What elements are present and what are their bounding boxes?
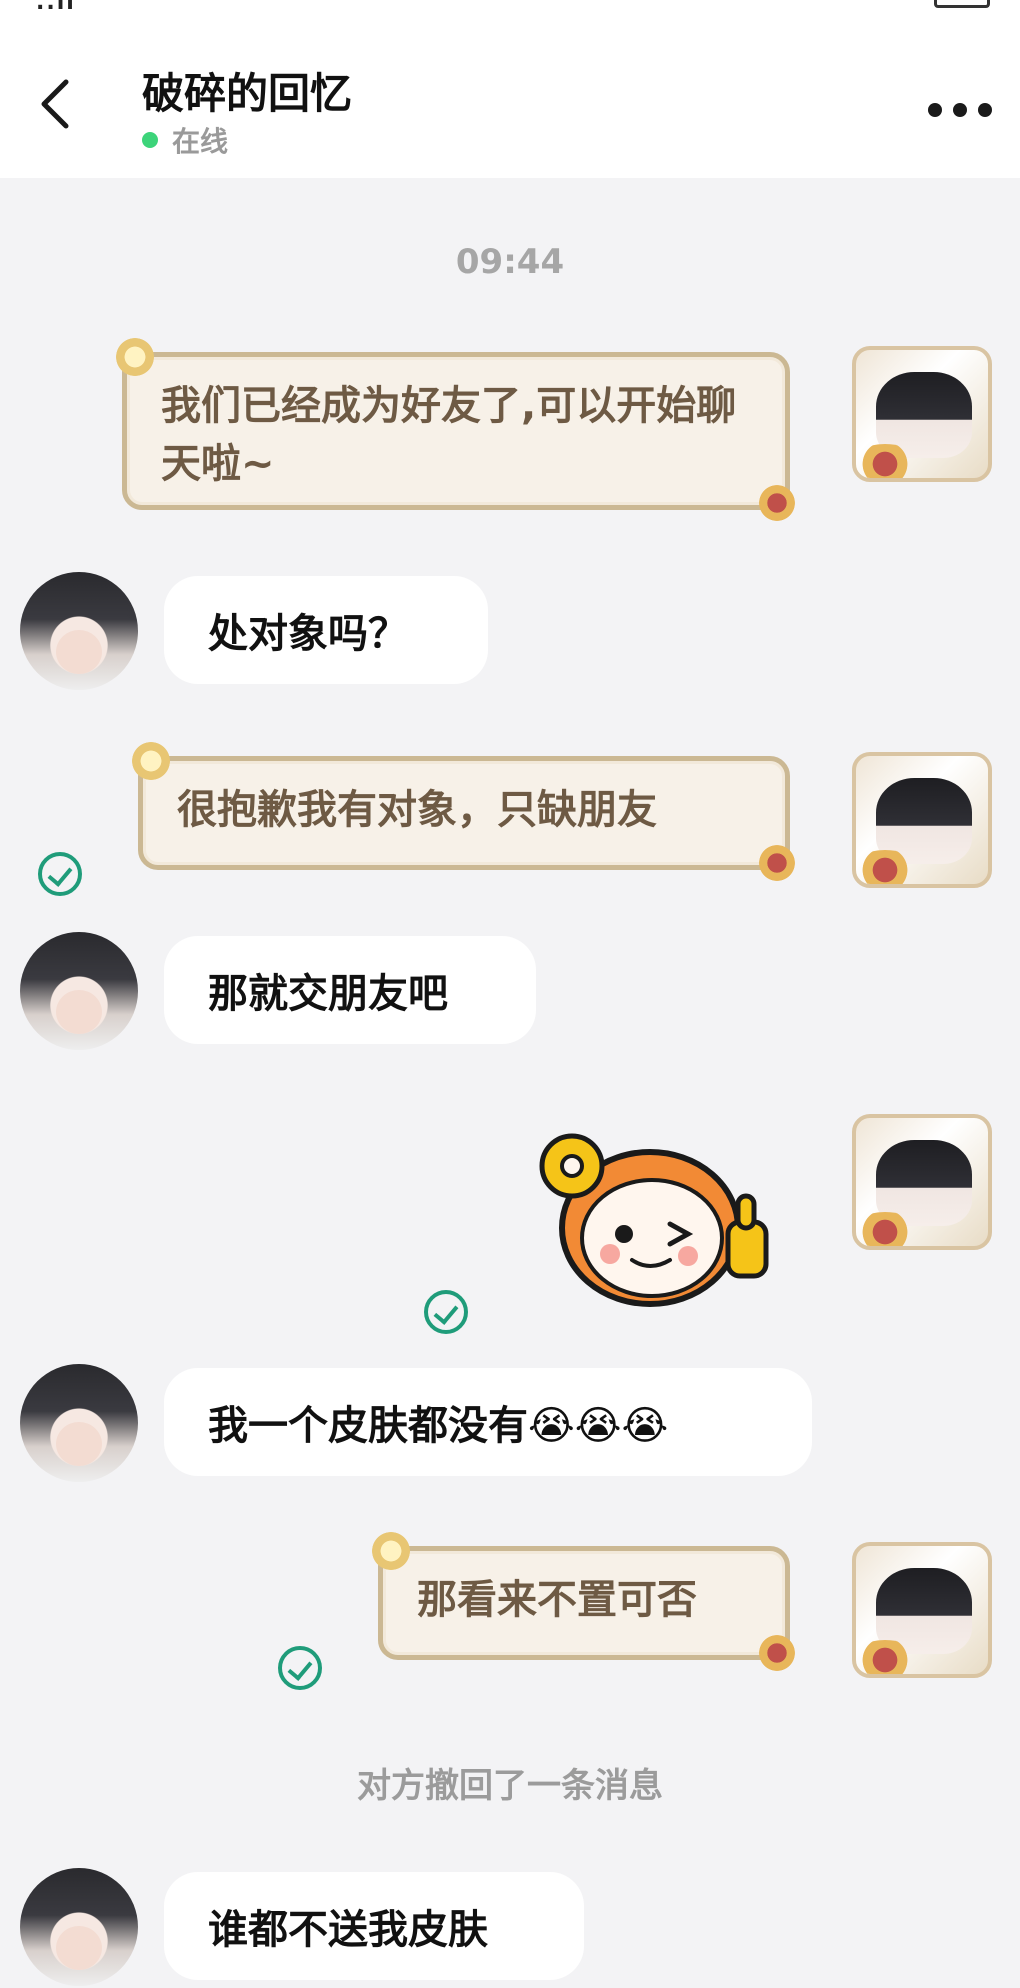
- contact-avatar[interactable]: [20, 572, 138, 690]
- bubble-decoration-icon: [751, 481, 803, 525]
- chat-header: 破碎的回忆 在线: [0, 14, 1020, 178]
- online-status-label: 在线: [172, 125, 229, 158]
- message-text: 处对象吗？: [208, 611, 408, 657]
- bubble-decoration-icon: [109, 335, 161, 379]
- contact-avatar[interactable]: [20, 1868, 138, 1986]
- message-bubble-incoming[interactable]: 处对象吗？: [164, 576, 488, 684]
- chat-title[interactable]: 破碎的回忆: [142, 60, 352, 121]
- my-avatar[interactable]: [852, 346, 992, 482]
- battery-icon: [934, 0, 990, 8]
- my-avatar[interactable]: [852, 752, 992, 888]
- message-text: 我们已经成为好友了,可以开始聊天啦~: [161, 383, 737, 487]
- bubble-decoration-icon: [365, 1529, 417, 1573]
- message-bubble-outgoing[interactable]: 我们已经成为好友了,可以开始聊天啦~: [109, 335, 803, 525]
- my-avatar[interactable]: [852, 1542, 992, 1678]
- signal-icon: ..ıl: [36, 0, 76, 14]
- message-text: 谁都不送我皮肤: [208, 1907, 488, 1953]
- check-circle-icon: [424, 1290, 468, 1334]
- message-text: 很抱歉我有对象，只缺朋友: [177, 787, 657, 833]
- my-avatar[interactable]: [852, 1114, 992, 1250]
- message-bubble-incoming[interactable]: 谁都不送我皮肤: [164, 1872, 584, 1980]
- online-dot-icon: [142, 132, 158, 148]
- message-bubble-incoming[interactable]: 我一个皮肤都没有😭😭😭: [164, 1368, 812, 1476]
- more-dot-icon: [978, 103, 992, 117]
- message-bubble-outgoing[interactable]: 很抱歉我有对象，只缺朋友: [125, 739, 803, 885]
- contact-avatar[interactable]: [20, 932, 138, 1050]
- message-text: 那看来不置可否: [417, 1577, 697, 1623]
- bubble-decoration-icon: [751, 1631, 803, 1675]
- bubble-decoration-icon: [751, 841, 803, 885]
- more-dot-icon: [953, 103, 967, 117]
- contact-avatar[interactable]: [20, 1364, 138, 1482]
- message-bubble-outgoing[interactable]: 那看来不置可否: [365, 1529, 803, 1675]
- more-dot-icon: [928, 103, 942, 117]
- more-button[interactable]: [928, 96, 992, 124]
- chevron-left-icon: [41, 79, 69, 129]
- message-bubble-incoming[interactable]: 那就交朋友吧: [164, 936, 536, 1044]
- message-text: 我一个皮肤都没有😭😭😭: [208, 1403, 669, 1449]
- status-bar: ..ıl: [0, 0, 1020, 14]
- chat-timestamp: 09:44: [455, 242, 565, 282]
- online-status: 在线: [142, 120, 228, 160]
- recall-notice: 对方撤回了一条消息: [357, 1766, 663, 1806]
- check-circle-icon: [38, 852, 82, 896]
- back-button[interactable]: [28, 74, 88, 134]
- bubble-decoration-icon: [125, 739, 177, 783]
- check-circle-icon: [278, 1646, 322, 1690]
- message-text: 那就交朋友吧: [208, 971, 448, 1017]
- ok-thumbs-up-wink-sticker[interactable]: [520, 1110, 780, 1310]
